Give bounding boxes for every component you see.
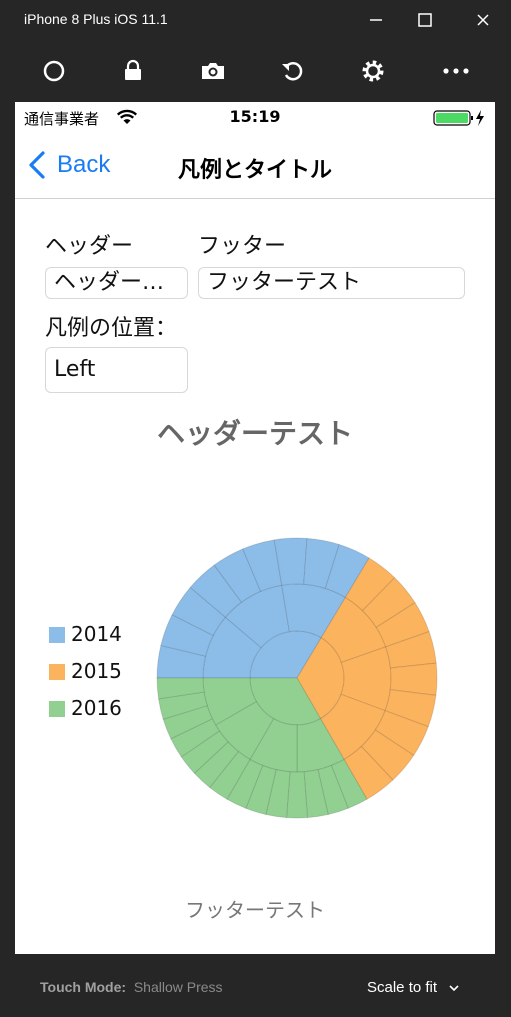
rotate-icon[interactable] — [278, 56, 308, 86]
settings-gear-icon[interactable] — [358, 56, 388, 86]
legend-label: 2016 — [71, 696, 122, 720]
minimize-icon[interactable] — [364, 8, 388, 32]
legend-position-picker[interactable]: Left — [45, 347, 188, 393]
status-bar: 通信事業者 15:19 — [15, 102, 495, 132]
battery-icon — [433, 110, 484, 126]
device-screen: 通信事業者 15:19 Back 凡例とタイトル ヘッダー フッター ヘッダー…… — [15, 102, 495, 954]
simulator-toolbar — [0, 40, 511, 100]
footer-input[interactable]: フッターテスト — [198, 267, 465, 299]
maximize-icon[interactable] — [413, 8, 437, 32]
window-title: iPhone 8 Plus iOS 11.1 — [24, 11, 168, 27]
chart-legend: 2014 2015 2016 — [49, 622, 139, 732]
touch-mode[interactable]: Touch Mode: Shallow Press — [40, 979, 223, 995]
chart-title: ヘッダーテスト — [156, 417, 353, 450]
legend-label: 2015 — [71, 659, 122, 683]
sunburst-chart — [156, 537, 438, 819]
navigation-bar: Back 凡例とタイトル — [15, 132, 495, 199]
more-icon[interactable] — [441, 56, 471, 86]
close-icon[interactable] — [471, 8, 495, 32]
window-title-bar: iPhone 8 Plus iOS 11.1 — [0, 0, 511, 40]
legend-swatch — [49, 664, 65, 680]
touch-mode-label: Touch Mode: — [40, 979, 127, 995]
scale-dropdown[interactable]: Scale to fit — [367, 979, 459, 996]
legend-label: 2014 — [71, 622, 122, 646]
legend-swatch — [49, 627, 65, 643]
page-title: 凡例とタイトル — [177, 158, 332, 183]
footer-label: フッター — [198, 234, 287, 259]
status-time: 15:19 — [229, 107, 281, 126]
scale-label: Scale to fit — [367, 979, 438, 996]
simulator-bottom-bar: Touch Mode: Shallow Press Scale to fit — [0, 958, 511, 1017]
header-label: ヘッダー — [45, 234, 134, 259]
legend-position-label: 凡例の位置： — [45, 316, 178, 341]
header-input[interactable]: ヘッダー… — [45, 267, 188, 299]
touch-mode-value: Shallow Press — [133, 979, 223, 995]
chevron-down-icon — [449, 985, 459, 992]
camera-icon[interactable] — [198, 56, 228, 86]
lock-icon[interactable] — [118, 56, 148, 86]
home-icon[interactable] — [39, 56, 69, 86]
chart-footer: フッターテスト — [185, 898, 325, 922]
legend-swatch — [49, 701, 65, 717]
